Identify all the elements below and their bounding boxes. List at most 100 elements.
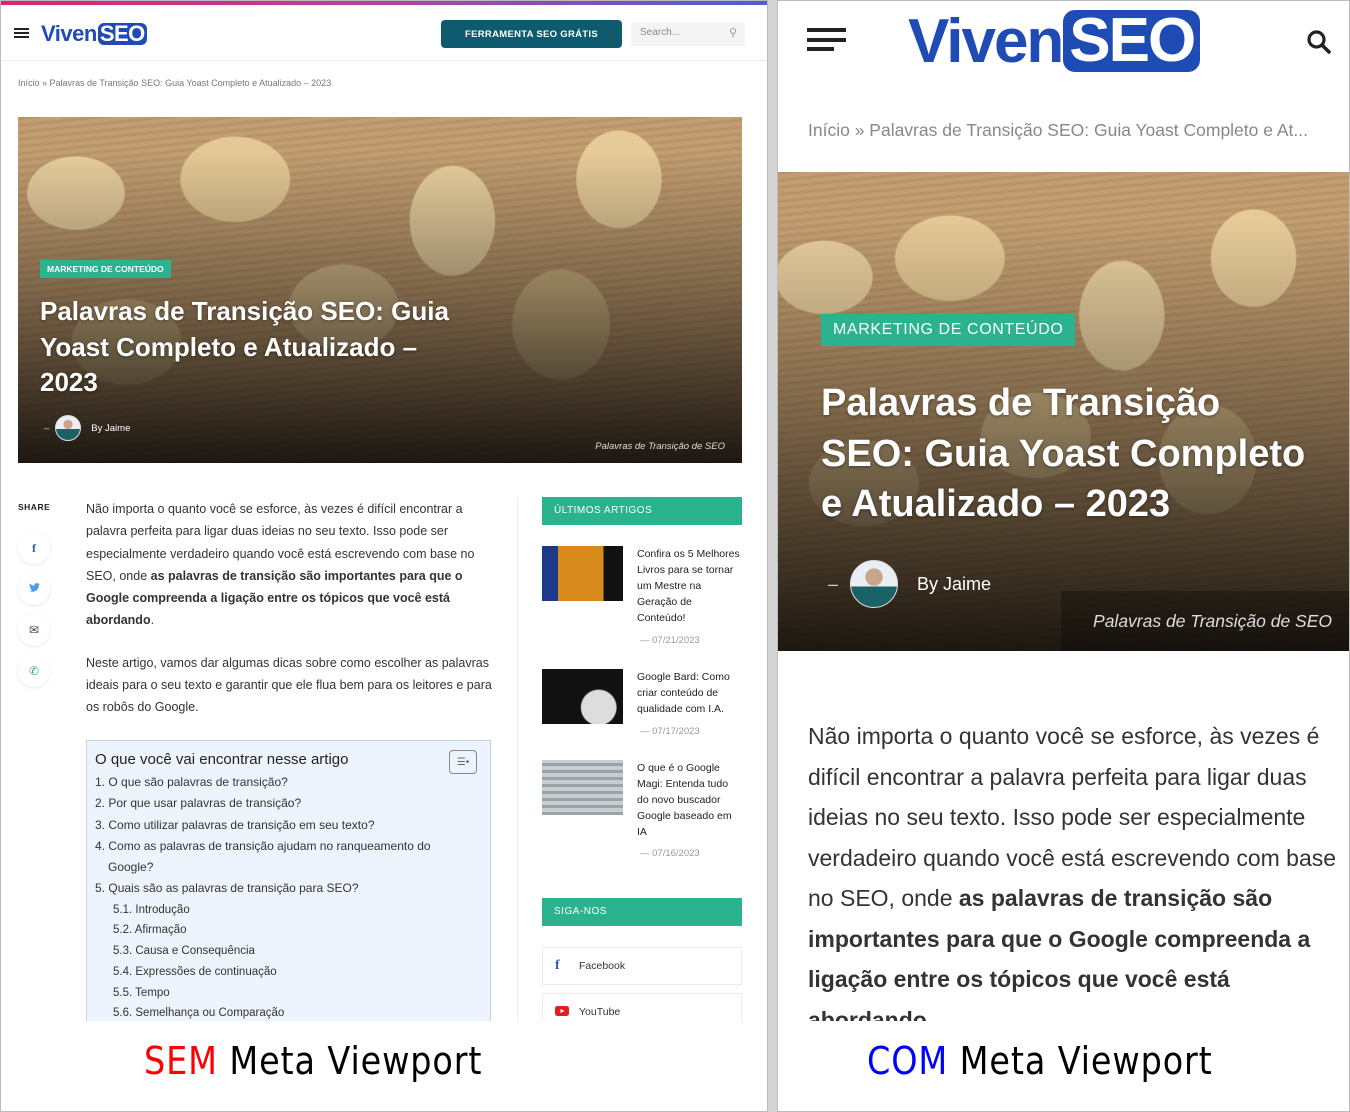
toc-item[interactable]: 3. Como utilizar palavras de transição e… <box>95 815 482 836</box>
site-logo[interactable]: Viven SEO <box>908 7 1201 76</box>
latest-post-item[interactable]: O que é o Google Magi: Entenda tudo do n… <box>542 760 742 860</box>
latest-post-item[interactable]: Google Bard: Como criar conteúdo de qual… <box>542 669 742 739</box>
table-of-contents: O que você vai encontrar nesse artigo ☰•… <box>86 740 491 1030</box>
logo-text-viven: Viven <box>41 21 97 46</box>
author-byline: – By Jaime <box>44 415 130 441</box>
caption-label-with-viewport: COM Meta Viewport <box>867 1039 1213 1083</box>
label-highlight: SEM <box>144 1039 218 1083</box>
toc-subitem[interactable]: 5.5. Tempo <box>95 983 482 1004</box>
byline-dash: – <box>828 573 839 594</box>
latest-articles-heading: ÚLTIMOS ARTIGOS <box>542 497 742 525</box>
breadcrumb[interactable]: Início » Palavras de Transição SEO: Guia… <box>18 78 331 88</box>
twitter-share-button[interactable] <box>18 573 50 605</box>
caption-label-without-viewport: SEM Meta Viewport <box>144 1039 482 1083</box>
social-label: Facebook <box>579 960 626 972</box>
whatsapp-icon: ✆ <box>28 664 40 678</box>
breadcrumb[interactable]: Início » Palavras de Transição SEO: Guia… <box>808 120 1308 141</box>
label-rest: Meta Viewport <box>948 1039 1213 1083</box>
hero-title: Palavras de Transição SEO: Guia Yoast Co… <box>821 378 1331 530</box>
post-thumbnail[interactable] <box>542 760 623 815</box>
category-badge[interactable]: MARKETING DE CONTEÚDO <box>40 260 171 278</box>
toc-item[interactable]: 1. O que são palavras de transição? <box>95 772 482 793</box>
text-run: . <box>926 1006 934 1022</box>
post-title[interactable]: Confira os 5 Melhores Livros para se tor… <box>637 546 742 626</box>
toc-item[interactable]: 2. Por que usar palavras de transição? <box>95 793 482 814</box>
site-header: Viven SEO <box>778 1 1349 87</box>
facebook-share-button[interactable]: f <box>18 532 50 564</box>
toc-item-number: 3. <box>95 817 106 832</box>
toc-item-text-continued: Google? <box>108 860 154 875</box>
author-avatar[interactable] <box>850 560 899 608</box>
date-text: 07/17/2023 <box>652 726 700 737</box>
whatsapp-share-button[interactable]: ✆ <box>18 655 50 687</box>
toc-item-text: Por que usar palavras de transição? <box>108 796 302 811</box>
toc-subitem[interactable]: 5.3. Causa e Consequência <box>95 941 482 962</box>
date-text: 07/21/2023 <box>652 635 700 646</box>
article-body: Não importa o quanto você se esforce, às… <box>86 498 496 739</box>
text-run: . <box>150 613 155 628</box>
email-share-button[interactable]: ✉ <box>18 614 50 646</box>
search-icon[interactable]: ⚲ <box>729 26 737 39</box>
hero-title-line: e Atualizado – 2023 <box>821 483 1171 525</box>
post-date: — 07/21/2023 <box>640 635 700 646</box>
post-thumbnail[interactable] <box>542 546 623 601</box>
list-toggle-icon[interactable]: ☰• <box>449 750 477 774</box>
article-paragraph: Não importa o quanto você se esforce, às… <box>808 716 1338 1021</box>
toc-item-number: 4. <box>95 838 106 853</box>
date-text: 07/16/2023 <box>652 848 700 859</box>
toc-item[interactable]: 4. Como as palavras de transição ajudam … <box>95 836 482 879</box>
byline-dash: – <box>44 422 50 434</box>
label-rest: Meta Viewport <box>217 1039 483 1083</box>
free-seo-tool-button[interactable]: FERRAMENTA SEO GRÁTIS <box>441 20 622 48</box>
search-icon[interactable] <box>1306 29 1332 60</box>
column-divider <box>517 498 518 1021</box>
site-logo[interactable]: Viven SEO <box>41 21 147 47</box>
image-caption: Palavras de Transição de SEO <box>595 441 725 452</box>
post-title[interactable]: Google Bard: Como criar conteúdo de qual… <box>637 669 742 717</box>
image-caption: Palavras de Transição de SEO <box>1093 611 1332 631</box>
toc-item[interactable]: 5. Quais são as palavras de transição pa… <box>95 878 482 899</box>
search-placeholder: Search... <box>640 27 681 38</box>
label-highlight: COM <box>867 1039 949 1083</box>
hero-title-line: Palavras de Transição SEO: Guia <box>40 296 449 326</box>
latest-post-item[interactable]: Confira os 5 Melhores Livros para se tor… <box>542 546 742 646</box>
author-avatar[interactable] <box>55 415 82 441</box>
moon-icon[interactable]: ☾ <box>607 29 619 45</box>
social-label: YouTube <box>579 1006 621 1018</box>
article-paragraph: Não importa o quanto você se esforce, às… <box>86 498 496 632</box>
hero-title-line: Palavras de Transição <box>821 382 1221 424</box>
article-paragraph: Neste artigo, vamos dar algumas dicas so… <box>86 655 492 715</box>
hero-featured-image: MARKETING DE CONTEÚDO Palavras de Transi… <box>18 117 742 463</box>
toc-item-text: Quais são as palavras de transição para … <box>108 881 359 896</box>
author-name[interactable]: By Jaime <box>91 423 130 434</box>
hero-title-line: Yoast Completo e Atualizado – <box>40 331 418 362</box>
toc-subitem[interactable]: 5.2. Afirmação <box>95 920 482 941</box>
author-byline: – By Jaime <box>828 560 991 608</box>
facebook-follow-link[interactable]: f Facebook <box>542 947 742 985</box>
hamburger-icon[interactable] <box>14 28 29 38</box>
hero-featured-image: MARKETING DE CONTEÚDO Palavras de Transi… <box>778 172 1349 651</box>
hamburger-icon[interactable] <box>807 28 846 51</box>
follow-us-heading: SIGA-NOS <box>542 898 742 926</box>
post-date: — 07/16/2023 <box>640 848 700 859</box>
article-body: Não importa o quanto você se esforce, às… <box>808 716 1338 1021</box>
hero-title-line: SEO: Guia Yoast Completo <box>821 432 1306 475</box>
search-input[interactable]: Search... ⚲ <box>631 22 745 46</box>
post-date: — 07/17/2023 <box>640 726 700 737</box>
author-name[interactable]: By Jaime <box>917 574 991 595</box>
toc-item-number: 5. <box>95 881 106 896</box>
youtube-icon <box>555 1005 579 1019</box>
logo-text-viven: Viven <box>908 6 1064 76</box>
post-title[interactable]: O que é o Google Magi: Entenda tudo do n… <box>637 760 742 840</box>
mobile-layout-pane: Viven SEO Início » Palavras de Transição … <box>777 0 1350 1112</box>
hero-title: Palavras de Transição SEO: Guia Yoast Co… <box>40 294 500 401</box>
text-run: Não importa o quanto você se esforce, às… <box>808 723 1337 911</box>
post-thumbnail[interactable] <box>542 669 623 724</box>
facebook-icon: f <box>32 540 36 555</box>
toc-item-text: Como as palavras de transição ajudam no … <box>108 838 431 853</box>
category-badge[interactable]: MARKETING DE CONTEÚDO <box>821 314 1076 346</box>
toc-item-text: Como utilizar palavras de transição em s… <box>108 817 375 832</box>
email-icon: ✉ <box>28 623 40 637</box>
toc-subitem[interactable]: 5.1. Introdução <box>95 900 482 921</box>
toc-subitem[interactable]: 5.4. Expressões de continuação <box>95 962 482 983</box>
